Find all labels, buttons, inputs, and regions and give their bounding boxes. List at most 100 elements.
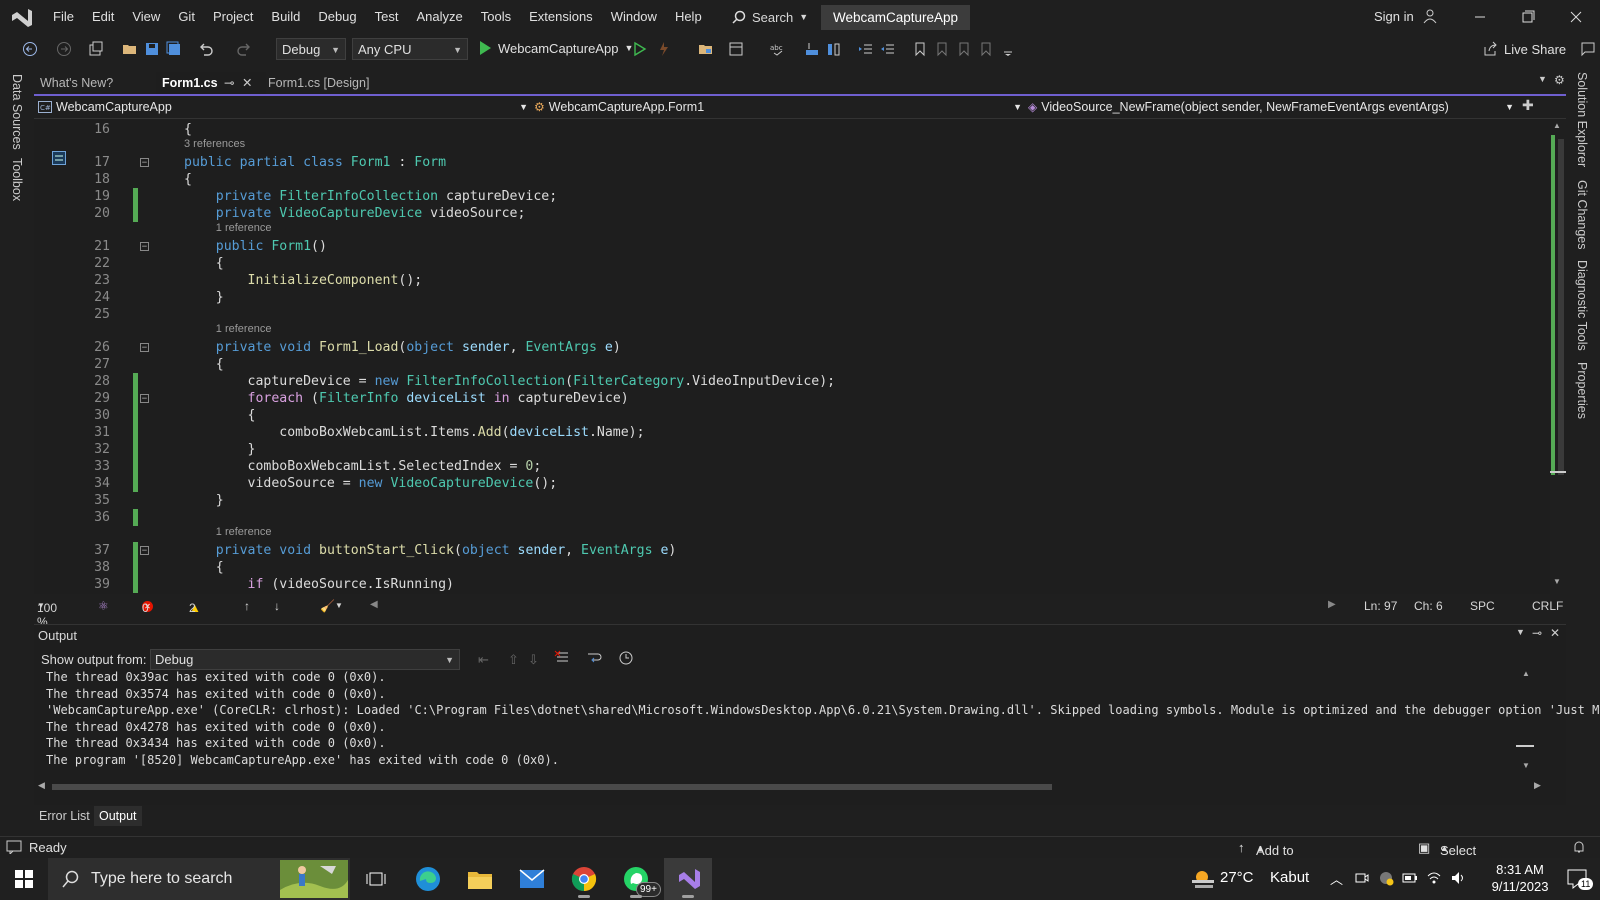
class-diagram-icon[interactable] [52,151,66,165]
line-number[interactable]: Ln: 97 [1364,599,1397,613]
editor-vertical-scrollbar[interactable]: ▲ ▼ [1550,119,1566,594]
collapse-outline-icon[interactable]: − [140,158,149,168]
layout-icon[interactable] [728,41,744,57]
menu-analyze[interactable]: Analyze [407,0,471,34]
spell-check-icon[interactable]: abc [770,41,786,57]
collapse-outline-icon[interactable]: − [140,343,149,353]
taskbar-file-explorer[interactable] [456,858,504,900]
previous-issue-icon[interactable]: ↑ [244,599,250,613]
start-debugging-button[interactable]: WebcamCaptureApp ▼ [478,40,633,56]
outdent-icon[interactable] [880,41,896,57]
scroll-left-icon[interactable]: ◀ [38,780,45,791]
bookmark-icon[interactable] [912,41,928,57]
code-line[interactable]: 24 } [34,289,1514,306]
codelens-references[interactable]: 3 references [184,138,245,150]
horizontal-scroll-thumb[interactable] [52,784,1052,790]
code-line[interactable]: 17− public partial class Form1 : Form [34,154,1514,171]
close-panel-icon[interactable]: ✕ [1550,626,1560,640]
save-icon[interactable] [144,41,160,57]
tab-form1-design[interactable]: Form1.cs [Design] [262,72,375,94]
taskbar-edge[interactable] [404,858,452,900]
code-line[interactable]: 28 captureDevice = new FilterInfoCollect… [34,373,1514,390]
code-line[interactable]: 21 − public Form1() [34,238,1514,255]
code-line[interactable]: 20 private VideoCaptureDevice videoSourc… [34,205,1514,222]
weather-icon[interactable] [1190,868,1216,890]
code-line[interactable]: 23 InitializeComponent(); [34,272,1514,289]
collapse-outline-icon[interactable]: − [140,546,149,556]
undo-icon[interactable] [198,41,214,57]
menu-test[interactable]: Test [366,0,408,34]
weather-temperature[interactable]: 27°C [1220,869,1254,886]
collapse-outline-icon[interactable]: − [140,394,149,404]
timestamp-clock-icon[interactable] [618,650,634,666]
next-issue-icon[interactable]: ↓ [274,599,280,613]
find-message-icon[interactable]: ⇤ [478,652,489,668]
taskbar-mail[interactable] [508,858,556,900]
indent-icon[interactable] [858,41,874,57]
clock[interactable]: 8:31 AM 9/11/2023 [1480,862,1560,894]
menu-project[interactable]: Project [204,0,262,34]
data-sources-tab[interactable]: Data Sources [10,74,24,150]
task-view-button[interactable] [352,858,400,900]
minimize-button[interactable] [1470,8,1490,26]
code-line[interactable]: 38 { [34,559,1514,576]
scroll-up-icon[interactable]: ▲ [1553,121,1561,130]
menu-file[interactable]: File [44,0,83,34]
battery-icon[interactable] [1402,871,1418,885]
line-endings[interactable]: CRLF [1532,599,1563,613]
weather-description[interactable]: Kabut [1270,869,1309,886]
folder-view-icon[interactable] [698,41,714,57]
notifications-bell-icon[interactable] [1572,840,1586,854]
member-dropdown[interactable]: ◈ VideoSource_NewFrame(object sender, Ne… [1028,96,1514,118]
taskbar-search-box[interactable]: Type here to search [48,858,350,900]
menu-build[interactable]: Build [262,0,309,34]
scroll-thumb[interactable] [1558,139,1564,475]
tab-list-dropdown-icon[interactable]: ▼ [1538,74,1547,84]
close-tab-icon[interactable]: ✕ [242,72,252,94]
code-line[interactable]: 32 } [34,441,1514,458]
clear-all-icon[interactable] [554,650,570,666]
visual-studio-logo-icon[interactable] [10,7,34,29]
sign-in-button[interactable]: Sign in [1374,8,1438,24]
hot-reload-icon[interactable] [656,41,672,57]
code-line[interactable]: 36 [34,509,1514,526]
taskbar-whatsapp[interactable]: 99+ [612,858,661,900]
code-line[interactable]: 39 if (videoSource.IsRunning) [34,576,1514,593]
code-line[interactable]: 22 { [34,255,1514,272]
output-scroll-thumb[interactable] [1516,745,1534,747]
meet-now-icon[interactable] [1355,871,1369,885]
code-line[interactable]: 37 − private void buttonStart_Click(objec… [34,542,1514,559]
properties-tab[interactable]: Properties [1575,362,1589,419]
tab-error-list[interactable]: Error List [34,806,95,826]
class-dropdown[interactable]: ⚙ WebcamCaptureApp.Form1 ▼ [534,96,1022,118]
new-project-icon[interactable] [88,41,104,57]
step-into-icon[interactable] [804,41,820,57]
scroll-right-icon[interactable]: ▶ [1534,780,1541,791]
restore-button[interactable] [1518,8,1538,26]
save-all-icon[interactable] [166,41,182,57]
code-line[interactable]: 29 − foreach (FilterInfo deviceList in ca… [34,390,1514,407]
whitespace-mode[interactable]: SPC [1470,599,1495,613]
volume-icon[interactable] [1450,870,1466,886]
column-number[interactable]: Ch: 6 [1414,599,1443,613]
solution-configuration-dropdown[interactable]: Debug ▼ [276,38,346,60]
codelens-references[interactable]: 1 reference [216,526,272,538]
intellicode-icon[interactable]: ⚛ [98,599,109,613]
code-line[interactable]: 33 comboBoxWebcamList.SelectedIndex = 0; [34,458,1514,475]
output-source-dropdown[interactable]: Debug ▼ [150,649,460,670]
code-line[interactable]: 19 private FilterInfoCollection captureD… [34,188,1514,205]
search-button[interactable]: Search ▼ [726,5,814,29]
scroll-left-icon[interactable]: ◀ [370,599,378,610]
output-horizontal-scrollbar[interactable]: ◀ ▶ [34,780,1546,794]
code-line[interactable]: 30 { [34,407,1514,424]
feedback-icon[interactable] [1580,41,1596,57]
tab-output[interactable]: Output [94,806,142,826]
next-bookmark-icon[interactable] [956,41,972,57]
tab-form1-cs[interactable]: Form1.cs ⊸ ✕ [156,72,266,94]
solution-platform-dropdown[interactable]: Any CPU ▼ [352,38,468,60]
toolbar-overflow-icon[interactable] [1000,41,1016,57]
menu-view[interactable]: View [123,0,169,34]
wifi-icon[interactable] [1426,870,1442,886]
menu-extensions[interactable]: Extensions [520,0,602,34]
solution-explorer-tab[interactable]: Solution Explorer [1575,72,1589,167]
